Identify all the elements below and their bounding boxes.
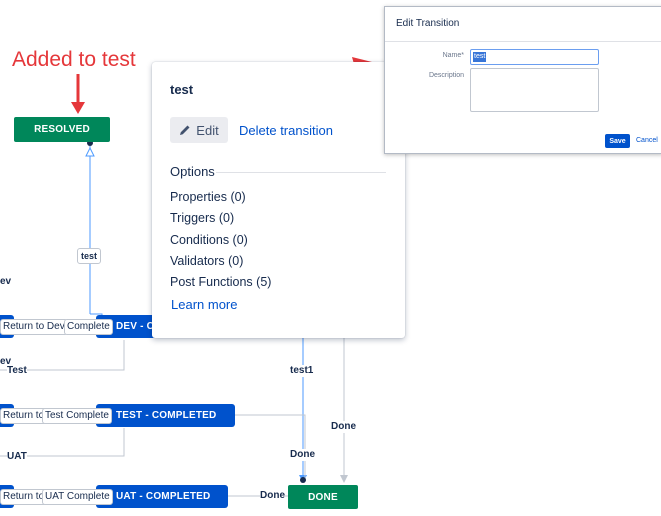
transition-done-vertical[interactable]: Done bbox=[290, 449, 315, 461]
option-triggers[interactable]: Triggers (0) bbox=[170, 211, 234, 225]
delete-transition-link[interactable]: Delete transition bbox=[239, 123, 333, 138]
transition-test[interactable]: test bbox=[77, 248, 102, 264]
transition-test-complete[interactable]: Test Complete bbox=[42, 408, 112, 424]
transition-return-to-dev[interactable]: Return to Dev bbox=[0, 319, 68, 335]
edit-button[interactable]: Edit bbox=[170, 117, 228, 143]
description-textarea[interactable] bbox=[470, 68, 599, 112]
name-label: Name* bbox=[442, 52, 464, 59]
option-conditions[interactable]: Conditions (0) bbox=[170, 233, 248, 247]
dialog-title: Edit Transition bbox=[396, 18, 460, 29]
transition-uat-complete[interactable]: UAT Complete bbox=[42, 489, 113, 505]
save-button[interactable]: Save bbox=[605, 134, 630, 148]
transition-return-to-test[interactable]: Return tc bbox=[0, 408, 47, 424]
transition-return-to-uat[interactable]: Return to bbox=[0, 489, 48, 505]
popup-title: test bbox=[170, 82, 194, 97]
transition-label-test[interactable]: Test bbox=[7, 365, 27, 377]
transition-label-cut[interactable]: ev bbox=[0, 276, 12, 288]
name-input-value: test bbox=[473, 52, 487, 62]
option-properties[interactable]: Properties (0) bbox=[170, 190, 246, 204]
learn-more-link[interactable]: Learn more bbox=[171, 297, 237, 312]
name-input[interactable]: test bbox=[470, 49, 599, 65]
status-resolved[interactable]: RESOLVED bbox=[14, 117, 110, 142]
transition-complete-dev[interactable]: Complete bbox=[64, 319, 113, 335]
edit-button-label: Edit bbox=[196, 122, 219, 138]
status-done[interactable]: DONE bbox=[288, 485, 358, 509]
pencil-icon bbox=[180, 125, 190, 135]
dialog-header: Edit Transition bbox=[385, 7, 661, 42]
option-validators[interactable]: Validators (0) bbox=[170, 254, 243, 268]
status-test-completed[interactable]: TEST - COMPLETED bbox=[96, 404, 235, 427]
transition-label-uat[interactable]: UAT bbox=[7, 451, 27, 463]
cancel-link[interactable]: Cancel bbox=[636, 137, 658, 144]
transition-done-vertical-gray[interactable]: Done bbox=[331, 421, 356, 433]
status-uat-completed[interactable]: UAT - COMPLETED bbox=[96, 485, 228, 508]
description-label: Description bbox=[428, 72, 464, 79]
options-heading: Options bbox=[170, 164, 215, 179]
transition-done-horizontal[interactable]: Done bbox=[260, 490, 285, 502]
options-divider bbox=[216, 172, 386, 173]
annotation-added-to-test: Added to test bbox=[12, 48, 136, 71]
transition-test1[interactable]: test1 bbox=[290, 365, 314, 377]
option-post-functions[interactable]: Post Functions (5) bbox=[170, 275, 271, 289]
